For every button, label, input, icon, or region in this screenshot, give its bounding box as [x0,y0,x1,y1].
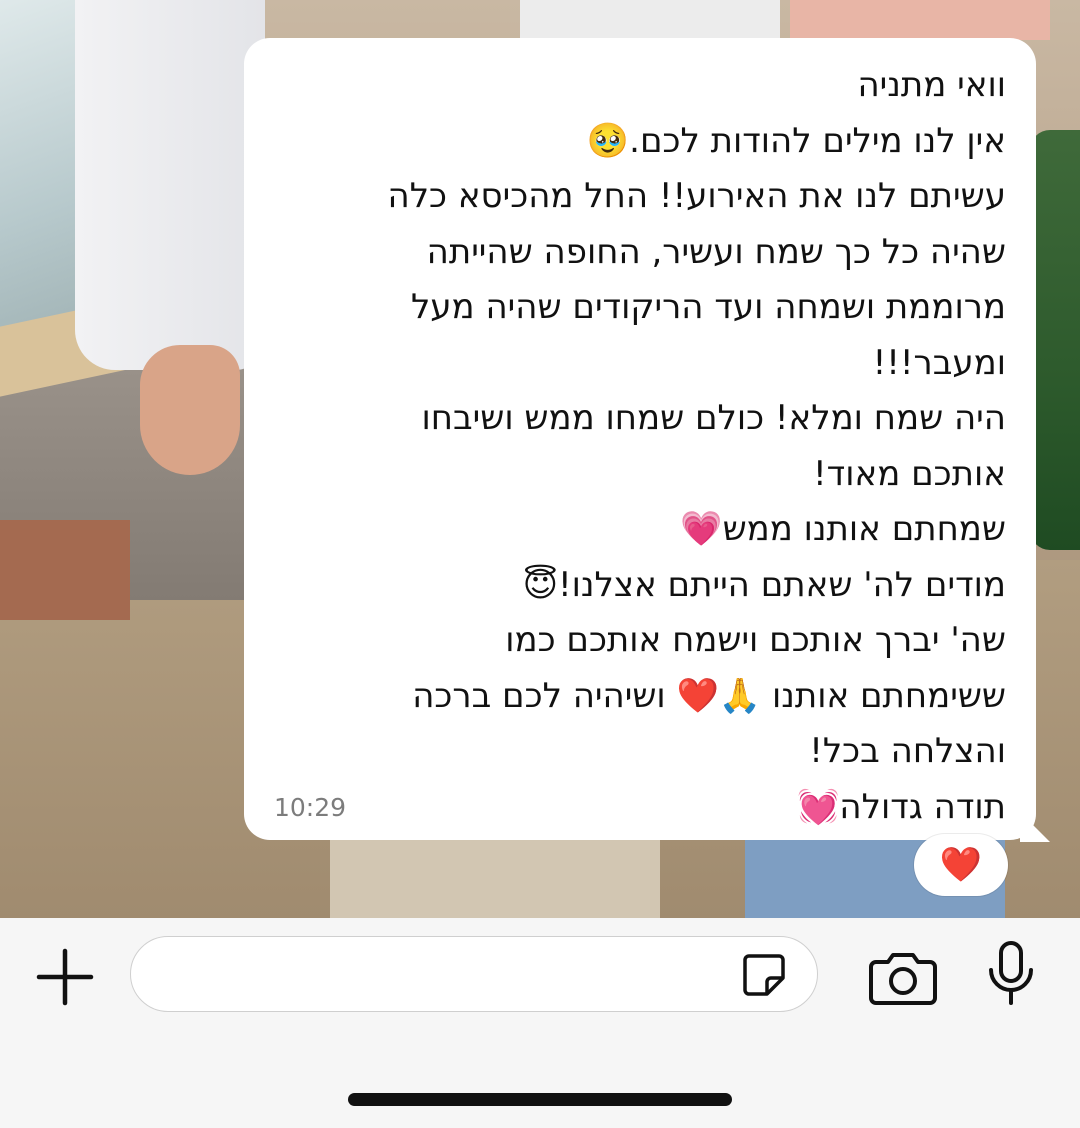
message-line: תודה גדולה💓 [797,786,1006,827]
home-indicator[interactable] [348,1093,732,1106]
background-clothing-white [520,0,780,40]
chat-screen: וואי מתניה אין לנו מילים להודות לכם.🥹 עש… [0,0,1080,1128]
message-line: עשיתם לנו את האירוע!! החל מהכיסא כלה [387,176,1007,216]
heart-icon: ❤️ [939,845,983,885]
background-shirt [75,0,265,370]
plus-icon [36,948,94,1006]
message-line: אותכם מאוד! [813,453,1006,494]
microphone-button[interactable] [985,940,1037,1008]
background-plant [1030,130,1080,550]
sticker-button[interactable] [741,952,787,998]
sticker-icon [743,954,785,996]
camera-button[interactable] [868,950,938,1006]
attach-plus-button[interactable] [34,946,96,1008]
microphone-icon [989,941,1033,1005]
message-line: מרוממת ושמחה ועד הריקודים שהיה מעל [410,287,1006,327]
message-timestamp: 10:29 [274,793,347,822]
message-line: והצלחה בכל! [809,731,1006,771]
message-line: אין לנו מילים להודות לכם.🥹 [586,120,1006,161]
message-line: ומעבר!!! [872,342,1006,383]
message-input[interactable] [130,936,818,1012]
background-clothing-pink [790,0,1050,40]
background-brick [0,520,130,620]
heart-reaction[interactable]: ❤️ [914,834,1008,896]
message-line: וואי מתניה [857,65,1006,105]
message-bubble[interactable]: וואי מתניה אין לנו מילים להודות לכם.🥹 עש… [244,38,1036,840]
message-line: שמחתם אותנו ממש💗 [680,509,1006,549]
message-line: מודים לה' שאתם הייתם אצלנו!😇 [522,564,1006,605]
camera-icon [869,953,937,1005]
background-pants-left [330,830,660,918]
message-line: שה' יברך אותכם וישמח אותכם כמו [505,620,1006,660]
message-line: ששימחתם אותנו 🙏❤️ ושיהיה לכם ברכה [412,675,1006,716]
background-hand [140,345,240,475]
message-line: היה שמח ומלא! כולם שמחו ממש ושיבחו [421,398,1006,438]
message-line: שהיה כל כך שמח ועשיר, החופה שהייתה [426,231,1006,272]
